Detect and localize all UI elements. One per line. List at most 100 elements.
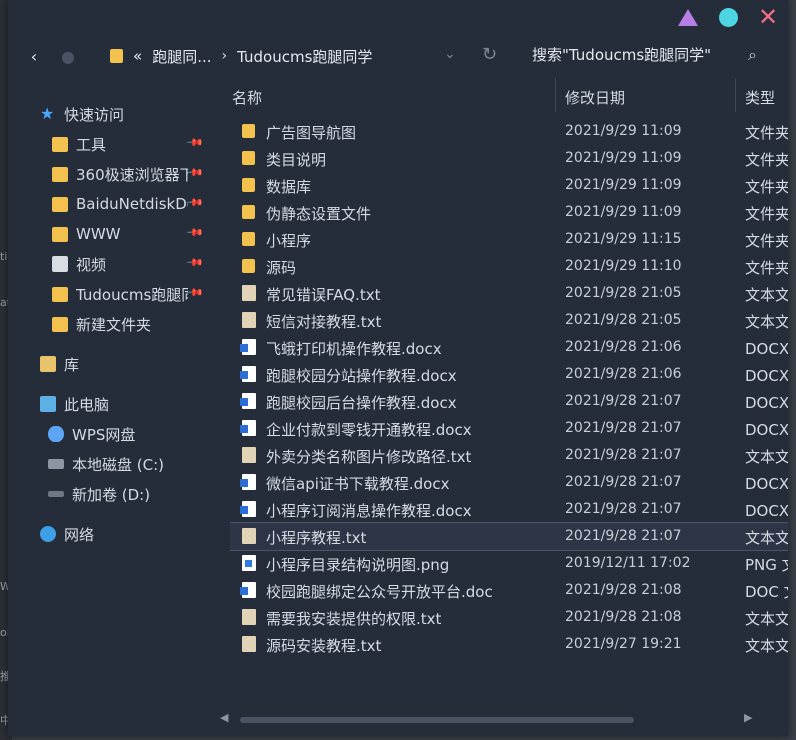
file-type: 文件夹 — [745, 151, 788, 169]
doc-file-icon — [240, 582, 256, 598]
column-divider[interactable] — [555, 78, 556, 112]
txt-file-icon — [242, 528, 256, 544]
file-name: 飞蛾打印机操作教程.docx — [266, 340, 442, 358]
pin-icon[interactable]: 📌 — [185, 223, 204, 242]
file-row[interactable]: 小程序目录结构说明图.png 2019/12/11 17:02 PNG 文 — [230, 550, 788, 577]
sidebar-item-new-folder[interactable]: 新建文件夹 — [52, 310, 188, 338]
column-header-name[interactable]: 名称 — [232, 82, 262, 112]
video-icon — [52, 256, 68, 272]
horizontal-scrollbar[interactable]: ◀ ▶ — [216, 711, 756, 724]
file-row[interactable]: 跑腿校园分站操作教程.docx 2021/9/28 21:06 DOCX 文 — [230, 361, 788, 388]
file-row[interactable]: 小程序 2021/9/29 11:15 文件夹 — [230, 226, 788, 253]
file-type: 文本文 — [745, 448, 788, 466]
scroll-right-icon[interactable]: ▶ — [744, 711, 752, 724]
pin-icon[interactable]: 📌 — [185, 253, 204, 272]
file-type: DOC 文 — [745, 583, 788, 601]
sidebar-item-quick-access[interactable]: ★ 快速访问 — [40, 100, 124, 128]
file-name: 企业付款到零钱开通教程.docx — [266, 421, 472, 439]
sidebar-item-label: 本地磁盘 (C:) — [72, 455, 164, 474]
docx-file-icon — [240, 339, 256, 355]
file-row[interactable]: 校园跑腿绑定公众号开放平台.doc 2021/9/28 21:08 DOC 文 — [230, 577, 788, 604]
txt-file-icon — [242, 609, 256, 625]
file-date: 2021/9/29 11:09 — [565, 123, 682, 139]
search-input[interactable]: 搜索"Tudoucms跑腿同学" — [532, 44, 711, 65]
sidebar-item-this-pc[interactable]: 此电脑 — [40, 390, 109, 418]
file-row[interactable]: 常见错误FAQ.txt 2021/9/28 21:05 文本文 — [230, 280, 788, 307]
breadcrumb-overflow[interactable]: « — [133, 47, 142, 65]
column-header-date[interactable]: 修改日期 — [565, 82, 625, 112]
file-row[interactable]: 跑腿校园后台操作教程.docx 2021/9/28 21:07 DOCX 文 — [230, 388, 788, 415]
sidebar-item-drive-d[interactable]: 新加卷 (D:) — [48, 480, 150, 508]
file-row[interactable]: 源码安装教程.txt 2021/9/27 19:21 文本文 — [230, 631, 788, 658]
column-header-type[interactable]: 类型 — [745, 82, 775, 112]
sidebar-item-videos[interactable]: 视频 — [52, 250, 188, 278]
pin-icon[interactable]: 📌 — [185, 133, 204, 152]
file-row[interactable]: 小程序订阅消息操作教程.docx 2021/9/28 21:07 DOCX 文 — [230, 496, 788, 523]
library-icon — [40, 356, 56, 372]
file-row[interactable]: 源码 2021/9/29 11:10 文件夹 — [230, 253, 788, 280]
pin-icon[interactable]: 📌 — [185, 283, 204, 302]
breadcrumb[interactable]: « 跑腿同... › Tudoucms跑腿同学 — [110, 46, 372, 67]
docx-file-icon — [240, 366, 256, 382]
maximize-button[interactable] — [718, 7, 738, 27]
sidebar-item-tools[interactable]: 工具 — [52, 130, 186, 158]
sidebar-item-label: 新建文件夹 — [76, 315, 152, 334]
file-row[interactable]: 小程序教程.txt 2021/9/28 21:07 文本文 — [230, 522, 788, 551]
folder-icon — [52, 136, 68, 152]
sidebar-item-network[interactable]: 网络 — [40, 520, 94, 548]
window-controls: ✕ — [678, 5, 778, 29]
file-type: DOCX 文 — [745, 340, 788, 358]
sidebar-item-label: 快速访问 — [64, 105, 125, 124]
file-type: 文件夹 — [745, 178, 788, 196]
file-type: 文本文 — [745, 610, 788, 628]
refresh-icon[interactable]: ↻ — [482, 44, 497, 65]
folder-icon — [242, 232, 255, 246]
scrollbar-thumb[interactable] — [240, 717, 634, 723]
chevron-right-icon[interactable]: › — [222, 48, 228, 64]
breadcrumb-item[interactable]: 跑腿同... — [152, 46, 211, 67]
close-button[interactable]: ✕ — [758, 5, 778, 29]
forward-button[interactable]: ● — [54, 42, 82, 70]
sidebar-item-baidu[interactable]: BaiduNetdiskDownload — [52, 190, 188, 218]
file-name: 需要我安装提供的权限.txt — [266, 610, 442, 628]
column-divider[interactable] — [735, 78, 736, 112]
minimize-button[interactable] — [678, 7, 698, 27]
file-type: DOCX 文 — [745, 367, 788, 385]
sidebar-item-wps-drive[interactable]: WPS网盘 — [48, 420, 135, 448]
file-row[interactable]: 广告图导航图 2021/9/29 11:09 文件夹 — [230, 118, 788, 145]
file-date: 2021/9/28 21:07 — [565, 393, 682, 409]
file-name: 源码 — [266, 259, 297, 277]
file-date: 2021/9/28 21:07 — [565, 420, 682, 436]
file-row[interactable]: 类目说明 2021/9/29 11:09 文件夹 — [230, 145, 788, 172]
file-name: 小程序 — [266, 232, 312, 250]
sidebar-item-360[interactable]: 360极速浏览器下载 — [52, 160, 188, 188]
file-row[interactable]: 飞蛾打印机操作教程.docx 2021/9/28 21:06 DOCX 文 — [230, 334, 788, 361]
sidebar-item-libraries[interactable]: 库 — [40, 350, 79, 378]
sidebar-item-tudoucms[interactable]: Tudoucms跑腿同学 — [52, 280, 188, 308]
chevron-down-icon[interactable]: ⌄ — [444, 46, 456, 62]
star-icon: ★ — [40, 104, 55, 123]
folder-icon — [52, 226, 68, 242]
file-row[interactable]: 需要我安装提供的权限.txt 2021/9/28 21:08 文本文 — [230, 604, 788, 631]
pin-icon[interactable]: 📌 — [185, 193, 204, 212]
file-row[interactable]: 外卖分类名称图片修改路径.txt 2021/9/28 21:07 文本文 — [230, 442, 788, 469]
file-type: 文件夹 — [745, 205, 788, 223]
sidebar-item-label: 新加卷 (D:) — [72, 485, 151, 504]
search-icon[interactable]: ⌕ — [748, 45, 757, 65]
folder-icon — [52, 196, 68, 212]
breadcrumb-item-current[interactable]: Tudoucms跑腿同学 — [237, 46, 372, 67]
pin-icon[interactable]: 📌 — [185, 163, 204, 182]
file-type: 文本文 — [745, 529, 788, 547]
sidebar-item-www[interactable]: WWW — [52, 220, 188, 248]
file-row[interactable]: 微信api证书下载教程.docx 2021/9/28 21:07 DOCX 文 — [230, 469, 788, 496]
file-row[interactable]: 伪静态设置文件 2021/9/29 11:09 文件夹 — [230, 199, 788, 226]
sidebar-item-drive-c[interactable]: 本地磁盘 (C:) — [48, 450, 164, 478]
file-row[interactable]: 企业付款到零钱开通教程.docx 2021/9/28 21:07 DOCX 文 — [230, 415, 788, 442]
file-row[interactable]: 数据库 2021/9/29 11:09 文件夹 — [230, 172, 788, 199]
file-row[interactable]: 短信对接教程.txt 2021/9/28 21:05 文本文 — [230, 307, 788, 334]
txt-file-icon — [242, 447, 256, 463]
back-button[interactable]: ‹ — [20, 42, 48, 70]
file-date: 2021/9/28 21:07 — [565, 447, 682, 463]
scroll-left-icon[interactable]: ◀ — [220, 711, 228, 724]
cloud-icon — [48, 426, 64, 442]
